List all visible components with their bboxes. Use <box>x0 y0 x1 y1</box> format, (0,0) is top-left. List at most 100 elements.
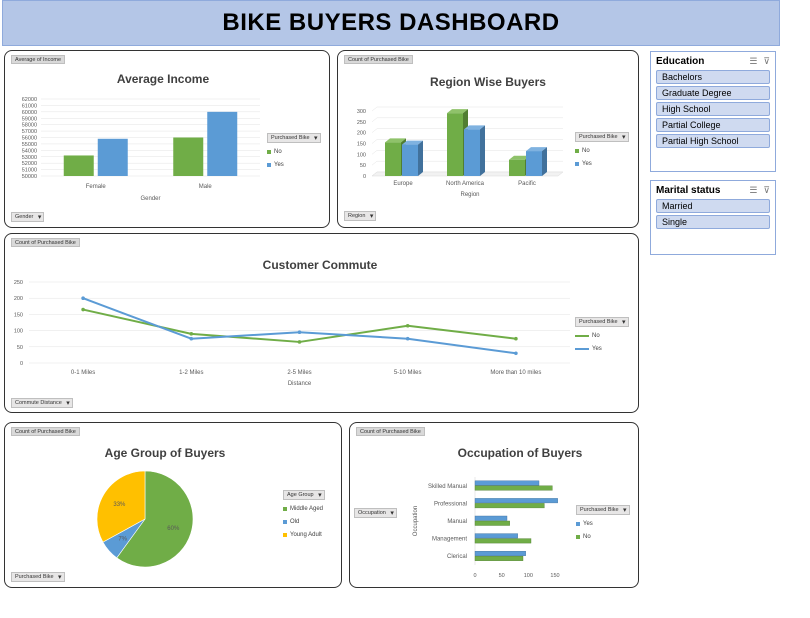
income-ytick-label: 58000 <box>22 123 37 129</box>
occupation-filter-button[interactable]: Occupation <box>354 508 397 518</box>
legend-swatch <box>576 521 580 526</box>
occupation-xtick-label: 100 <box>524 573 533 579</box>
legend-swatch <box>575 161 579 166</box>
legend-swatch <box>283 506 287 511</box>
commute-legend-yes: Yes <box>575 342 629 355</box>
income-ytick-label: 50000 <box>22 174 37 180</box>
region-legend-filter[interactable]: Purchased Bike <box>575 132 629 142</box>
region-bar <box>447 113 463 176</box>
commute-category-label: More than 10 miles <box>490 370 541 376</box>
age-legend-young: Young Adult <box>283 528 325 541</box>
region-legend-yes: Yes <box>575 157 629 170</box>
average-income-panel: Average of Income Average Income 62000 61… <box>4 50 330 228</box>
occupation-xtick-label: 150 <box>550 573 559 579</box>
age-legend-middle: Middle Aged <box>283 502 325 515</box>
legend-line-no <box>575 334 589 337</box>
occupation-category-label: Manual <box>447 519 467 525</box>
commute-panel: Count of Purchased Bike Customer Commute… <box>4 233 639 413</box>
age-slice-label: 60% <box>167 526 180 532</box>
region-ytick-label: 50 <box>360 163 366 169</box>
commute-category-label: 0-1 Miles <box>71 370 95 376</box>
region-category-label: Europe <box>393 181 413 187</box>
gender-filter-button[interactable]: Gender <box>11 212 45 222</box>
income-bar <box>173 137 204 176</box>
commute-point <box>514 351 518 356</box>
region-ytick-label: 0 <box>363 174 366 180</box>
clear-filter-icon[interactable]: ⊽ <box>763 185 770 196</box>
commute-ytick-label: 150 <box>14 312 23 318</box>
commute-ytick-label: 100 <box>14 329 23 335</box>
region-bar-side <box>542 147 547 176</box>
education-slicer: Education ☰ ⊽ Bachelors Graduate Degree Hig… <box>650 51 776 172</box>
occupation-category-label: Professional <box>434 501 467 507</box>
marital-item[interactable]: Married <box>656 199 770 213</box>
marital-item[interactable]: Single <box>656 215 770 229</box>
clear-filter-icon[interactable]: ⊽ <box>763 56 770 67</box>
income-legend-filter[interactable]: Purchased Bike <box>267 133 321 143</box>
income-ytick-label: 56000 <box>22 136 37 142</box>
marital-slicer-title: Marital status <box>656 184 721 196</box>
occupation-bar <box>474 485 553 491</box>
commute-legend-filter[interactable]: Purchased Bike <box>575 317 629 327</box>
region-category-label: North America <box>446 181 485 187</box>
commute-filter-button[interactable]: Commute Distance <box>11 398 73 408</box>
occupation-legend-yes: Yes <box>576 517 630 530</box>
income-ytick-label: 60000 <box>22 110 37 116</box>
region-bar <box>526 151 542 176</box>
commute-point <box>514 336 518 341</box>
region-bar <box>385 142 401 176</box>
commute-legend-no: No <box>575 329 629 342</box>
occupation-bar <box>474 538 532 544</box>
commute-point <box>297 340 302 344</box>
commute-line-yes <box>82 297 517 355</box>
occupation-legend-no: No <box>576 530 630 543</box>
region-category-label: Pacific <box>518 181 536 187</box>
age-legend-filter[interactable]: Age Group <box>283 490 325 500</box>
occupation-legend-filter[interactable]: Purchased Bike <box>576 505 630 515</box>
income-legend-yes: Yes <box>267 158 321 171</box>
education-item[interactable]: Partial High School <box>656 134 770 148</box>
multi-select-icon[interactable]: ☰ <box>749 56 757 67</box>
legend-swatch <box>576 534 580 539</box>
education-item[interactable]: High School <box>656 102 770 116</box>
legend-swatch <box>267 149 271 154</box>
legend-swatch <box>575 148 579 153</box>
commute-chart: 250 200 150 100 50 0 0-1 Miles 1-2 Miles 2-5 Mil… <box>14 280 570 387</box>
commute-ytick-label: 50 <box>17 345 23 351</box>
occupation-bar <box>474 555 524 561</box>
commute-point <box>81 307 85 312</box>
occupation-bar <box>474 520 510 526</box>
occupation-legend: Purchased Bike Yes No <box>576 505 630 543</box>
income-ytick-label: 59000 <box>22 116 37 122</box>
occupation-bar <box>474 498 558 504</box>
income-bar <box>63 155 94 176</box>
education-item[interactable]: Partial College <box>656 118 770 132</box>
education-item[interactable]: Graduate Degree <box>656 86 770 100</box>
income-legend: Purchased Bike No Yes <box>267 133 321 171</box>
occupation-category-label: Skilled Manual <box>428 484 467 490</box>
occupation-xtick-label: 0 <box>473 573 476 579</box>
region-legend-no: No <box>575 144 629 157</box>
income-bar <box>207 111 238 176</box>
region-ytick-label: 250 <box>357 120 366 126</box>
legend-swatch <box>283 532 287 537</box>
commute-point <box>189 336 194 341</box>
education-item[interactable]: Bachelors <box>656 70 770 84</box>
commute-legend: Purchased Bike No Yes <box>575 317 629 355</box>
income-category-label: Female <box>86 184 107 190</box>
age-legend: Age Group Middle Aged Old Young Adult <box>283 490 325 541</box>
income-ytick-label: 55000 <box>22 142 37 148</box>
region-ytick-label: 300 <box>357 109 366 115</box>
age-filter-button[interactable]: Purchased Bike <box>11 572 65 582</box>
income-ytick-label: 51000 <box>22 168 37 174</box>
commute-ytick-label: 0 <box>20 361 23 367</box>
income-ytick-label: 52000 <box>22 161 37 167</box>
multi-select-icon[interactable]: ☰ <box>749 185 757 196</box>
income-ytick-label: 62000 <box>22 97 37 103</box>
income-category-label: Male <box>199 184 213 190</box>
region-filter-button[interactable]: Region <box>344 211 377 221</box>
occupation-panel: Count of Purchased Bike Occupation of Bu… <box>349 422 639 588</box>
legend-line-yes <box>575 347 589 350</box>
region-ytick-label: 200 <box>357 131 366 137</box>
commute-ytick-label: 200 <box>14 296 23 302</box>
